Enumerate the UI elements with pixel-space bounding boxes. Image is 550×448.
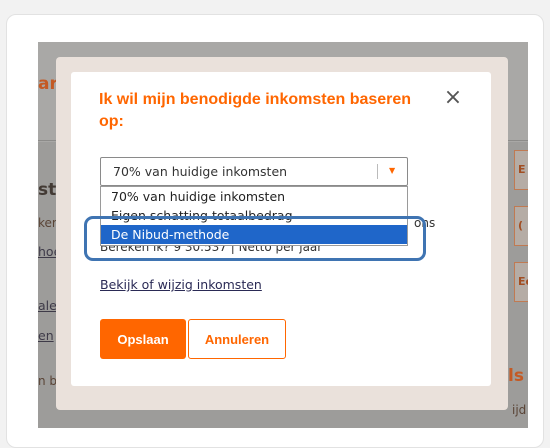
background-right-heading: ls bbox=[508, 366, 524, 386]
income-basis-select[interactable]: 70% van huidige inkomsten ▼ bbox=[100, 157, 408, 186]
select-option[interactable]: 70% van huidige inkomsten bbox=[101, 187, 407, 206]
dialog-title: Ik wil mijn benodigde inkomsten baseren … bbox=[99, 91, 412, 130]
chevron-down-icon[interactable]: ▼ bbox=[389, 158, 395, 184]
background-text-fragment: ker bbox=[38, 216, 57, 230]
background-heading-fragment: st bbox=[38, 180, 57, 200]
background-link-fragment[interactable]: en bbox=[38, 328, 54, 343]
cancel-button[interactable]: Annuleren bbox=[188, 319, 286, 359]
save-button[interactable]: Opslaan bbox=[100, 319, 186, 359]
background-right-box: E bbox=[514, 150, 528, 190]
background-right-text: ijd bbox=[512, 403, 527, 417]
background-right-box: Ee bbox=[514, 262, 528, 302]
background-title-fragment: ar bbox=[38, 74, 58, 94]
select-value: 70% van huidige inkomsten bbox=[113, 164, 288, 179]
close-icon[interactable]: × bbox=[443, 86, 463, 110]
background-right-box: ( bbox=[514, 206, 528, 246]
select-divider bbox=[377, 164, 378, 179]
highlight-annotation bbox=[84, 216, 426, 261]
background-text-fragment: n b bbox=[38, 374, 58, 388]
view-edit-income-link[interactable]: Bekijk of wijzig inkomsten bbox=[100, 277, 262, 292]
